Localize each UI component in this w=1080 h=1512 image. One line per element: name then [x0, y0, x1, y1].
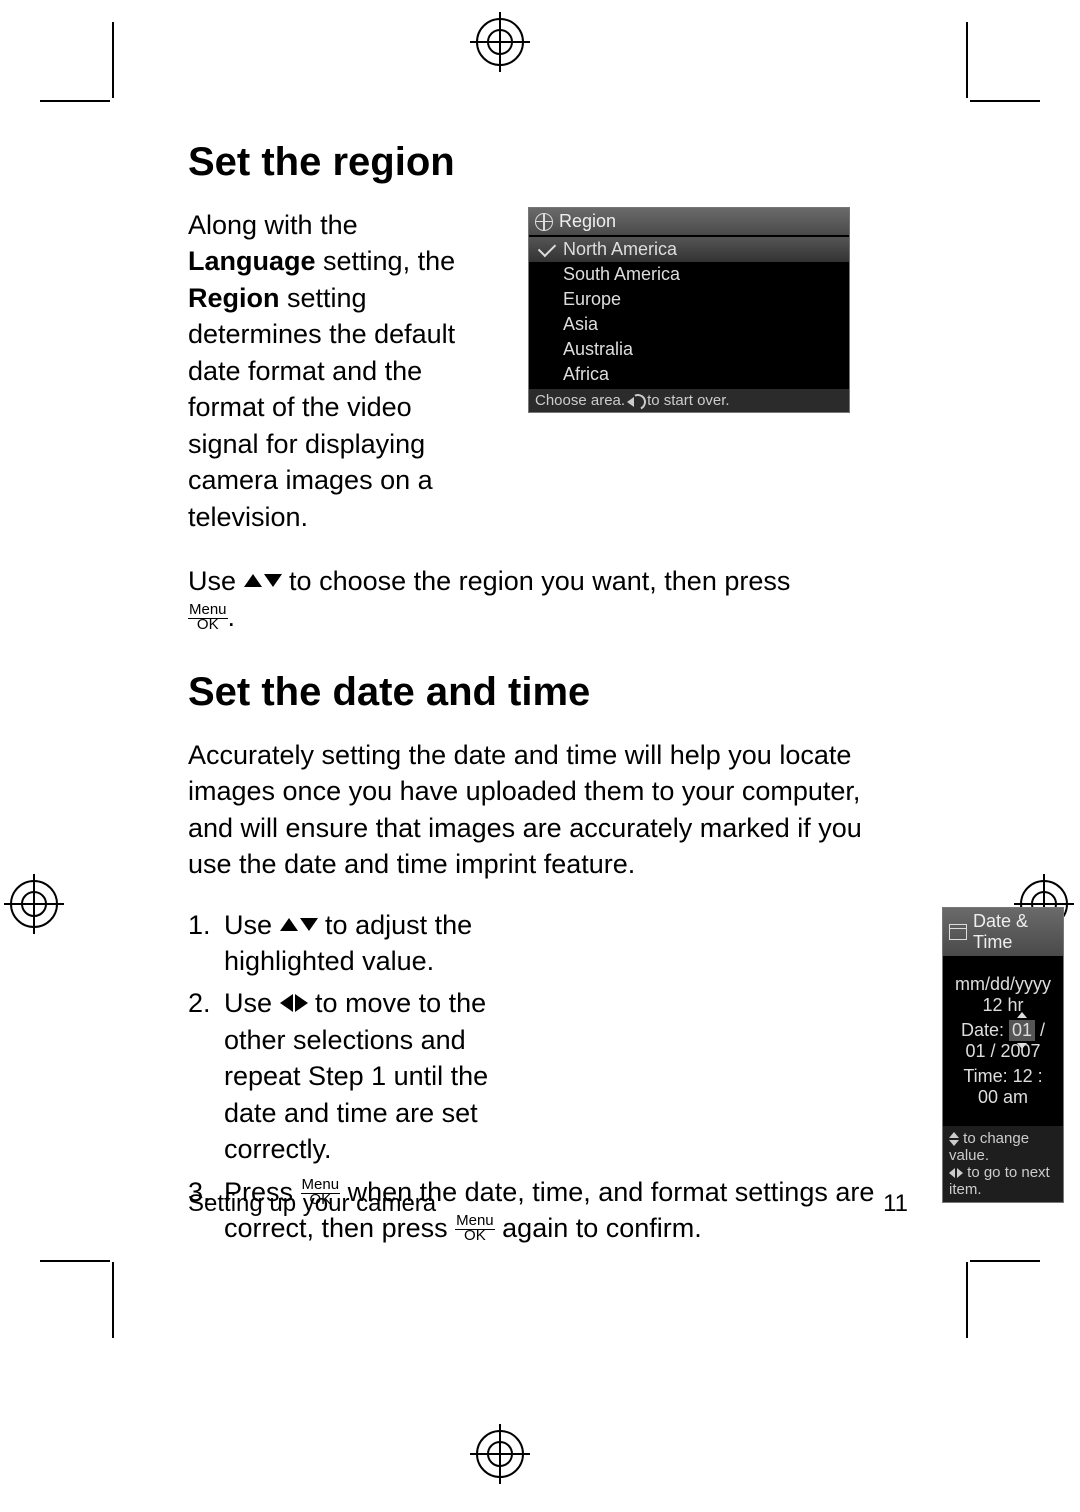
hl-text: 01	[1012, 1020, 1032, 1040]
region-screen-title: Region	[529, 208, 849, 235]
option-label: Asia	[563, 314, 598, 334]
datetime-intro: Accurately setting the date and time wil…	[188, 737, 908, 883]
registration-mark-icon	[476, 18, 524, 66]
crop-mark	[40, 1260, 110, 1262]
text: .	[228, 602, 236, 632]
heading-set-region: Set the region	[188, 140, 908, 185]
text-bold: Region	[188, 283, 280, 313]
crop-mark	[966, 1262, 968, 1338]
ok-text: OK	[197, 616, 219, 633]
page: Set the region Along with the Language s…	[0, 0, 1080, 1512]
title-text: Region	[559, 211, 616, 232]
text: setting determines the default date form…	[188, 283, 455, 532]
crop-mark	[970, 1260, 1040, 1262]
text: Along with the	[188, 210, 358, 240]
crop-mark	[966, 22, 968, 98]
text: Use	[188, 566, 244, 596]
option-label: Australia	[563, 339, 633, 359]
registration-mark-icon	[476, 1430, 524, 1478]
step-2: Use to move to the other selections and …	[218, 985, 914, 1167]
option-label: South America	[563, 264, 680, 284]
back-icon	[629, 394, 643, 408]
status-text: to go to next item.	[949, 1164, 1050, 1198]
up-down-small-icon	[949, 1132, 959, 1146]
footer-text: Setting up your camera	[188, 1190, 436, 1218]
heading-set-datetime: Set the date and time	[188, 670, 908, 715]
region-row: Along with the Language setting, the Reg…	[188, 207, 908, 535]
datetime-screen-body: mm/dd/yyyy 12 hr Date: 01 / 01 / 2007 Ti…	[943, 956, 1063, 1126]
globe-icon	[535, 213, 553, 231]
time-line: Time: 12 : 00 am	[955, 1066, 1051, 1108]
region-option[interactable]: Africa	[529, 362, 849, 387]
title-text: Date & Time	[973, 911, 1057, 953]
highlighted-value[interactable]: 01	[1009, 1020, 1035, 1041]
datetime-status: to change value. to go to next item.	[943, 1126, 1063, 1202]
format-line: mm/dd/yyyy 12 hr	[955, 974, 1051, 1016]
date-line: Date: 01 / 01 / 2007	[955, 1020, 1051, 1062]
region-option[interactable]: Asia	[529, 312, 849, 337]
option-label: Africa	[563, 364, 609, 384]
status-text: Choose area.	[535, 392, 625, 409]
left-right-icon	[280, 994, 308, 1012]
registration-mark-icon	[10, 880, 58, 928]
text: setting, the	[316, 246, 456, 276]
up-down-icon	[280, 918, 318, 931]
option-label: Europe	[563, 289, 621, 309]
ok-text: OK	[464, 1227, 486, 1244]
up-down-icon	[244, 574, 282, 587]
page-footer: Setting up your camera 11	[188, 1190, 908, 1218]
region-option[interactable]: North America	[529, 237, 849, 262]
left-right-small-icon	[949, 1168, 963, 1178]
region-options: North America South America Europe Asia …	[529, 235, 849, 389]
region-option[interactable]: South America	[529, 262, 849, 287]
region-paragraph: Along with the Language setting, the Reg…	[188, 207, 488, 535]
status-text: to change value.	[949, 1130, 1029, 1164]
use-region-line: Use to choose the region you want, then …	[188, 563, 908, 636]
region-status: Choose area. to start over.	[529, 389, 849, 412]
date-label: Date:	[961, 1020, 1009, 1040]
region-option[interactable]: Europe	[529, 287, 849, 312]
page-number: 11	[883, 1190, 908, 1218]
crop-mark	[112, 1262, 114, 1338]
option-label: North America	[563, 239, 677, 259]
crop-mark	[970, 100, 1040, 102]
calendar-icon	[949, 924, 967, 940]
status-text: to start over.	[647, 392, 730, 409]
step-1: Use to adjust the highlighted value.	[218, 907, 914, 980]
crop-mark	[40, 100, 110, 102]
text: Use	[224, 910, 280, 940]
check-icon	[538, 239, 556, 257]
datetime-screen: Date & Time mm/dd/yyyy 12 hr Date: 01 / …	[942, 907, 1064, 1203]
text: to choose the region you want, then pres…	[289, 566, 790, 596]
datetime-screen-title: Date & Time	[943, 908, 1063, 956]
menu-ok-icon: Menu OK	[188, 602, 228, 632]
text-bold: Language	[188, 246, 316, 276]
region-option[interactable]: Australia	[529, 337, 849, 362]
text: Use	[224, 988, 280, 1018]
crop-mark	[112, 22, 114, 98]
content: Set the region Along with the Language s…	[188, 140, 908, 1253]
region-screen: Region North America South America Europ…	[528, 207, 850, 413]
